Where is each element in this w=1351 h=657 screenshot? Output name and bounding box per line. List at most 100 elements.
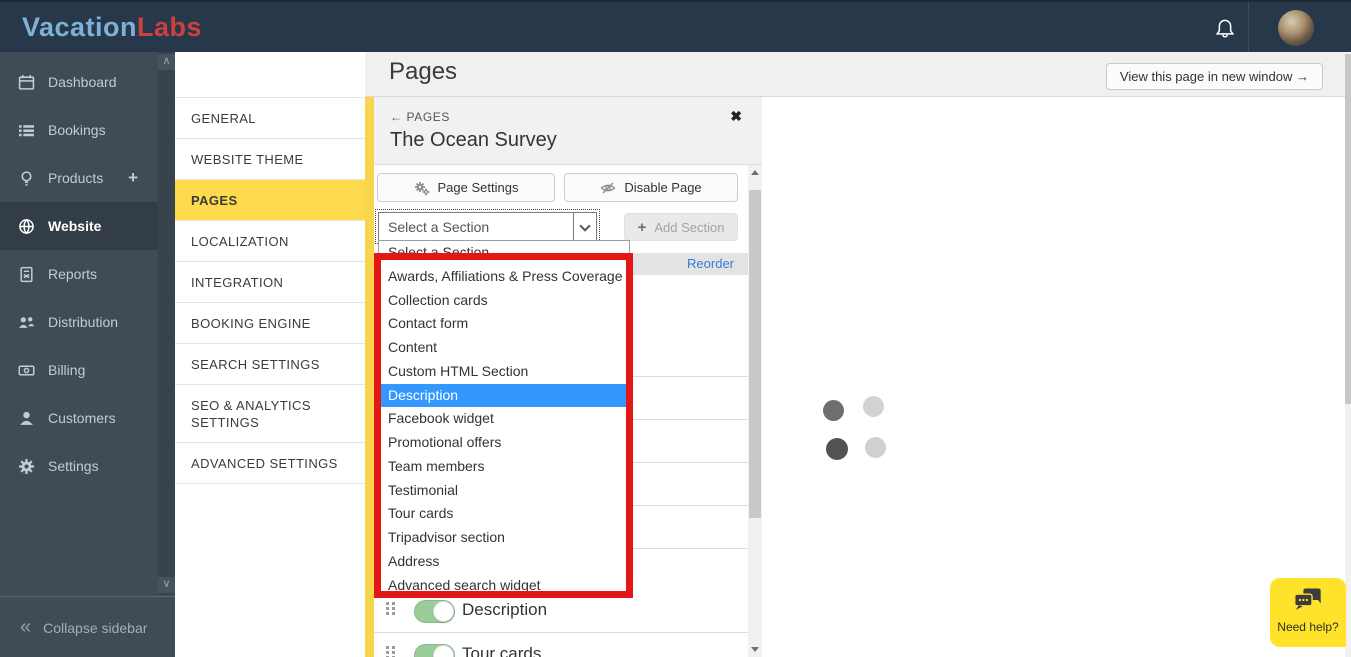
scroll-up-icon[interactable] xyxy=(748,165,762,180)
menu-item-localization[interactable]: LOCALIZATION xyxy=(175,221,365,262)
eye-slash-icon xyxy=(600,180,616,196)
sidebar-item-label: Website xyxy=(48,218,102,234)
topbar: VacationLabs xyxy=(0,0,1351,54)
page-scrollbar[interactable] xyxy=(1345,52,1351,657)
panel-body: Page Settings Disable Page Select a Sect… xyxy=(374,165,748,657)
section-row-tour-cards: Tour cards xyxy=(374,634,748,657)
dropdown-option[interactable]: Testimonial xyxy=(379,479,629,503)
dropdown-option[interactable]: Facebook widget xyxy=(379,407,629,431)
scroll-down-icon[interactable]: ∨ xyxy=(158,577,175,593)
select-arrow-box xyxy=(573,213,596,240)
section-row-label: Tour cards xyxy=(462,644,542,657)
section-toggle-on[interactable] xyxy=(414,644,455,657)
dropdown-option[interactable]: Select a Section xyxy=(379,241,629,265)
need-help-label: Need help? xyxy=(1277,620,1339,634)
sidebar-item-bookings[interactable]: Bookings xyxy=(0,106,158,154)
menu-item-seo-analytics[interactable]: SEO & ANALYTICS SETTINGS xyxy=(175,385,365,443)
sidebar-item-label: Billing xyxy=(48,362,86,378)
sidebar-item-products[interactable]: Products + xyxy=(0,154,158,202)
menu-item-general[interactable]: GENERAL xyxy=(175,98,365,139)
brand-primary: Vacation xyxy=(22,12,138,42)
dropdown-option[interactable]: Team members xyxy=(379,455,629,479)
add-section-label: Add Section xyxy=(654,219,725,235)
dropdown-option[interactable]: Tripadvisor section xyxy=(379,526,629,550)
loading-dot xyxy=(863,396,884,417)
add-product-icon[interactable]: + xyxy=(128,168,138,188)
dropdown-option[interactable]: Advanced search widget xyxy=(379,574,629,598)
notifications-bell-icon[interactable] xyxy=(1212,16,1238,42)
dropdown-option[interactable]: Collection cards xyxy=(379,289,629,313)
panel-scrollbar[interactable] xyxy=(748,165,762,657)
drag-handle-icon[interactable] xyxy=(386,602,395,621)
sidebar-item-reports[interactable]: Reports xyxy=(0,250,158,298)
loading-dot xyxy=(823,400,844,421)
list-icon xyxy=(18,122,35,139)
dropdown-option[interactable]: Contact form xyxy=(379,312,629,336)
menu-item-booking-engine[interactable]: BOOKING ENGINE xyxy=(175,303,365,344)
menu-item-website-theme[interactable]: WEBSITE THEME xyxy=(175,139,365,180)
panel-page-title: The Ocean Survey xyxy=(390,129,557,151)
dropdown-option[interactable]: Promotional offers xyxy=(379,431,629,455)
sidebar-item-label: Customers xyxy=(48,410,116,426)
close-icon[interactable]: ✖ xyxy=(730,108,742,125)
collapse-sidebar-button[interactable]: « Collapse sidebar xyxy=(0,598,175,657)
users-icon xyxy=(18,314,35,331)
section-toggle-on[interactable] xyxy=(414,600,455,623)
section-select[interactable]: Select a Section xyxy=(375,209,600,244)
collapse-sidebar-label: Collapse sidebar xyxy=(43,619,148,636)
page-settings-button[interactable]: Page Settings xyxy=(377,173,555,202)
menu-item-pages[interactable]: PAGES xyxy=(175,180,365,221)
page-header: Pages View this page in new window → xyxy=(365,52,1351,97)
calendar-icon xyxy=(18,74,35,91)
user-avatar[interactable] xyxy=(1278,10,1314,46)
reorder-link[interactable]: Reorder xyxy=(687,256,734,271)
dropdown-option[interactable]: Address xyxy=(379,550,629,574)
scroll-up-icon[interactable]: ∧ xyxy=(158,54,175,70)
sidebar-item-billing[interactable]: Billing xyxy=(0,346,158,394)
dropdown-option[interactable]: Tour cards xyxy=(379,502,629,526)
banknote-icon xyxy=(18,362,35,379)
sidebar-item-label: Dashboard xyxy=(48,74,117,90)
need-help-button[interactable]: Need help? xyxy=(1270,578,1346,647)
page-editor-panel: ← PAGES ✖ The Ocean Survey Page Settings xyxy=(365,97,762,657)
panel-header: ← PAGES ✖ The Ocean Survey xyxy=(374,97,762,165)
drag-handle-icon[interactable] xyxy=(386,646,395,657)
sidebar-item-settings[interactable]: Settings xyxy=(0,442,158,490)
person-icon xyxy=(18,410,35,427)
scrollbar-thumb[interactable] xyxy=(749,190,761,518)
disable-page-button[interactable]: Disable Page xyxy=(564,173,738,202)
back-label: PAGES xyxy=(406,110,451,124)
page-settings-label: Page Settings xyxy=(437,180,519,195)
dropdown-option[interactable]: Custom HTML Section xyxy=(379,360,629,384)
menu-item-advanced-settings[interactable]: ADVANCED SETTINGS xyxy=(175,443,365,484)
sidebar-footer-divider xyxy=(0,596,175,597)
menu-item-search-settings[interactable]: SEARCH SETTINGS xyxy=(175,344,365,385)
scroll-down-icon[interactable] xyxy=(748,642,762,657)
sidebar-scrollbar[interactable]: ∧ ∨ xyxy=(158,52,175,595)
view-page-button[interactable]: View this page in new window → xyxy=(1105,63,1323,90)
sidebar-item-distribution[interactable]: Distribution xyxy=(0,298,158,346)
dropdown-option[interactable]: Awards, Affiliations & Press Coverage xyxy=(379,265,629,289)
sidebar-item-customers[interactable]: Customers xyxy=(0,394,158,442)
website-settings-menu: GENERAL WEBSITE THEME PAGES LOCALIZATION… xyxy=(175,52,365,657)
brand-secondary: Labs xyxy=(137,12,203,42)
bulb-icon xyxy=(18,170,35,187)
sidebar-item-label: Bookings xyxy=(48,122,106,138)
sidebar-menu: Dashboard Bookings Products + Website Re… xyxy=(0,58,158,490)
back-to-pages-link[interactable]: ← PAGES xyxy=(390,110,450,124)
toggle-knob xyxy=(433,645,454,657)
menu-item-integration[interactable]: INTEGRATION xyxy=(175,262,365,303)
add-section-button[interactable]: + Add Section xyxy=(624,213,738,241)
topbar-divider xyxy=(1248,2,1249,54)
scrollbar-thumb[interactable] xyxy=(1345,54,1351,404)
report-icon xyxy=(18,266,35,283)
dropdown-option-selected[interactable]: Description xyxy=(379,383,629,408)
back-arrow-icon: ← xyxy=(390,110,403,124)
gear-icon xyxy=(18,458,35,475)
brand-logo[interactable]: VacationLabs xyxy=(22,12,202,43)
dropdown-option[interactable]: Content xyxy=(379,336,629,360)
sidebar-item-dashboard[interactable]: Dashboard xyxy=(0,58,158,106)
sidebar-item-website[interactable]: Website xyxy=(0,202,158,250)
toggle-knob xyxy=(433,601,454,622)
section-select-dropdown: Select a Section Awards, Affiliations & … xyxy=(378,240,630,598)
